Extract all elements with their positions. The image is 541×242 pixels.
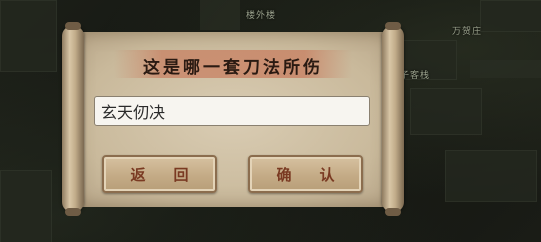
quiz-scroll-dialog: 这是哪一套刀法所伤 返回 确认	[62, 20, 404, 217]
map-label-wan-he-zhuang: 万贺庄	[452, 27, 483, 37]
map-label-ke-zhan: 子客栈	[400, 71, 431, 81]
answer-input[interactable]	[94, 96, 370, 126]
back-button-label: 返回	[130, 165, 217, 184]
dialog-title: 这是哪一套刀法所伤	[143, 58, 323, 78]
confirm-button-label: 确认	[276, 165, 363, 184]
confirm-button[interactable]: 确认	[248, 155, 363, 193]
back-button[interactable]: 返回	[102, 155, 217, 193]
